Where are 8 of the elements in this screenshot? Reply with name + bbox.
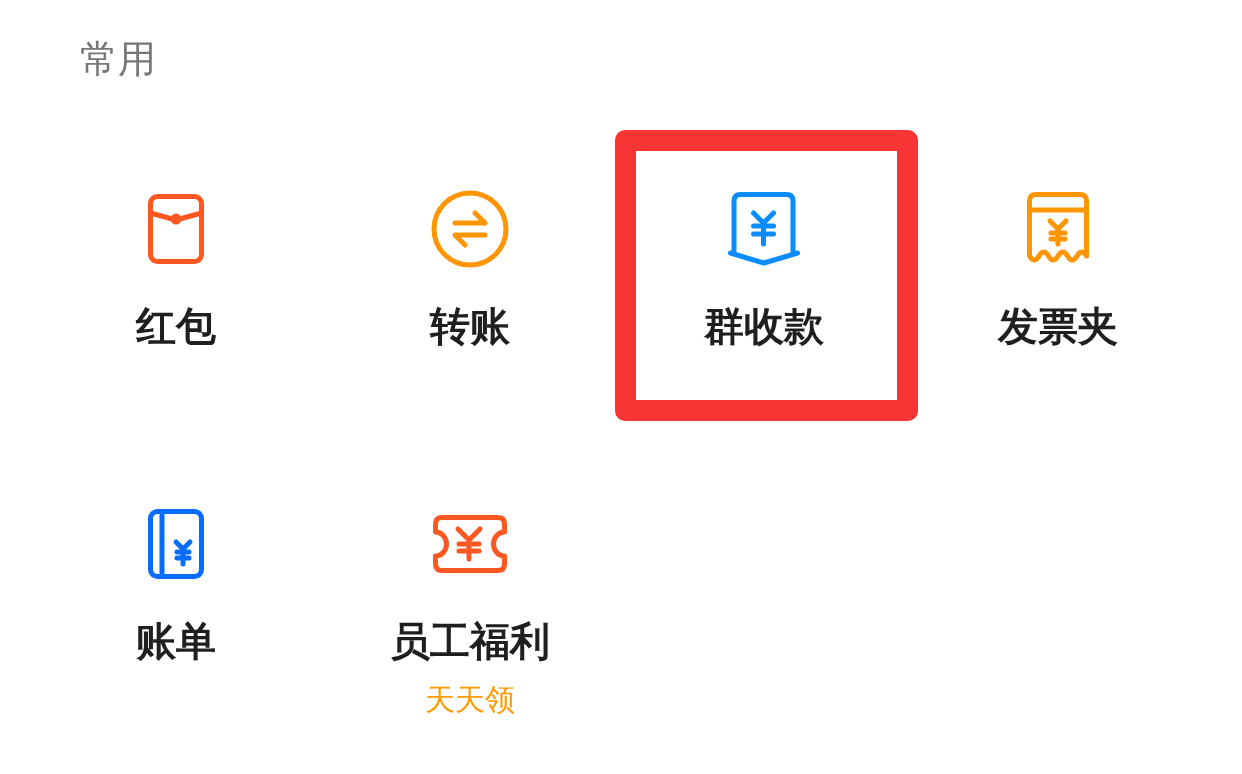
menu-item[interactable]: 账单 <box>136 504 216 665</box>
menu-item[interactable]: 发票夹 <box>998 189 1118 350</box>
section-title: 常用 <box>80 36 156 83</box>
menu-item[interactable]: 转账 <box>430 189 510 350</box>
menu-item[interactable]: 员工福利 <box>390 504 550 665</box>
menu-item[interactable]: 红包 <box>136 189 216 350</box>
promo-caption: 天天领 <box>425 682 515 718</box>
menu-item[interactable]: 群收款 <box>704 189 824 350</box>
